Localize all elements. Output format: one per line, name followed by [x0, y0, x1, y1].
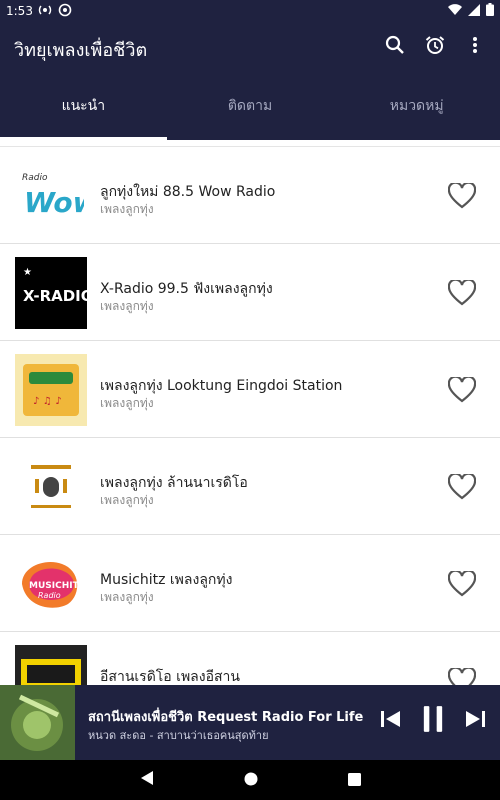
station-genre: เพลงลูกทุ่ง: [100, 299, 154, 313]
tab-recommended[interactable]: แนะนำ: [0, 72, 167, 140]
wifi-icon: [448, 3, 462, 19]
svg-text:MUSICHITZ: MUSICHITZ: [29, 581, 86, 591]
skip-previous-icon[interactable]: [380, 708, 402, 730]
svg-text:♪ ♫ ♪: ♪ ♫ ♪: [33, 396, 62, 407]
tab-categories[interactable]: หมวดหมู่: [333, 72, 500, 140]
heart-icon[interactable]: [447, 375, 477, 403]
station-item[interactable]: ♪ ♫ ♪ เพลงลูกทุ่ง Looktung Eingdoi Stati…: [0, 341, 500, 438]
tab-label: แนะนำ: [61, 98, 106, 114]
now-playing-track: หนวด สะดอ - สาบานว่าเธอคนสุดท้าย: [88, 729, 269, 742]
station-genre: เพลงลูกทุ่ง: [100, 396, 154, 410]
station-item[interactable]: ★ X-RADIO X-Radio 99.5 ฟังเพลงลูกทุ่ง เพ…: [0, 244, 500, 341]
sync-icon: [58, 3, 72, 20]
heart-icon[interactable]: [447, 569, 477, 597]
now-playing-bar[interactable]: สถานีเพลงเพื่อชีวิต Request Radio For Li…: [0, 685, 500, 760]
more-vert-icon[interactable]: [464, 34, 486, 56]
now-playing-artwork: [0, 685, 75, 760]
station-genre: เพลงลูกทุ่ง: [100, 202, 154, 216]
status-time: 1:53: [6, 4, 33, 18]
tab-bar: แนะนำ ติดตาม หมวดหมู่: [0, 72, 500, 140]
station-logo: ★ X-RADIO: [15, 257, 87, 329]
station-item[interactable]: MUSICHITZ Radio Musichitz เพลงลูกทุ่ง เพ…: [0, 535, 500, 632]
battery-icon: [486, 3, 494, 19]
heart-icon[interactable]: [447, 181, 477, 209]
pause-icon[interactable]: [422, 706, 444, 732]
tab-following[interactable]: ติดตาม: [167, 72, 334, 140]
svg-text:Radio: Radio: [22, 173, 48, 183]
back-icon[interactable]: [140, 770, 154, 790]
station-logo: [15, 645, 87, 685]
cast-icon: [38, 3, 52, 20]
status-bar: 1:53: [0, 0, 500, 22]
station-logo: Radio Wow!: [15, 160, 87, 232]
heart-icon[interactable]: [447, 278, 477, 306]
svg-text:★: ★: [23, 267, 32, 278]
station-list: Radio Wow! ลูกทุ่งใหม่ 88.5 Wow Radio เพ…: [0, 146, 500, 685]
station-item[interactable]: Radio Wow! ลูกทุ่งใหม่ 88.5 Wow Radio เพ…: [0, 147, 500, 244]
heart-icon[interactable]: [447, 666, 477, 685]
station-title: อีสานเรดิโอ เพลงอีสาน: [100, 669, 240, 685]
station-genre: เพลงลูกทุ่ง: [100, 590, 154, 604]
station-logo: ♪ ♫ ♪: [15, 354, 87, 426]
station-item[interactable]: เพลงลูกทุ่ง ล้านนาเรดิโอ เพลงลูกทุ่ง: [0, 438, 500, 535]
now-playing-title: สถานีเพลงเพื่อชีวิต Request Radio For Li…: [88, 710, 364, 725]
app-title: วิทยุเพลงเพื่อชีวิต: [14, 40, 148, 61]
home-icon[interactable]: [244, 771, 258, 790]
tab-label: ติดตาม: [227, 98, 273, 114]
station-genre: เพลงลูกทุ่ง: [100, 493, 154, 507]
skip-next-icon[interactable]: [464, 708, 486, 730]
signal-icon: [468, 3, 480, 19]
svg-text:Radio: Radio: [38, 591, 61, 600]
station-item[interactable]: อีสานเรดิโอ เพลงอีสาน: [0, 632, 500, 685]
station-logo: [15, 451, 87, 523]
search-icon[interactable]: [384, 34, 406, 56]
system-nav-bar: [0, 760, 500, 800]
heart-icon[interactable]: [447, 472, 477, 500]
recents-icon[interactable]: [347, 771, 361, 790]
svg-text:Wow!: Wow!: [24, 186, 84, 219]
app-bar: วิทยุเพลงเพื่อชีวิต: [0, 22, 500, 72]
tab-label: หมวดหมู่: [389, 98, 444, 114]
alarm-icon[interactable]: [424, 34, 446, 56]
svg-text:X-RADIO: X-RADIO: [23, 287, 87, 305]
station-logo: MUSICHITZ Radio: [15, 548, 87, 620]
